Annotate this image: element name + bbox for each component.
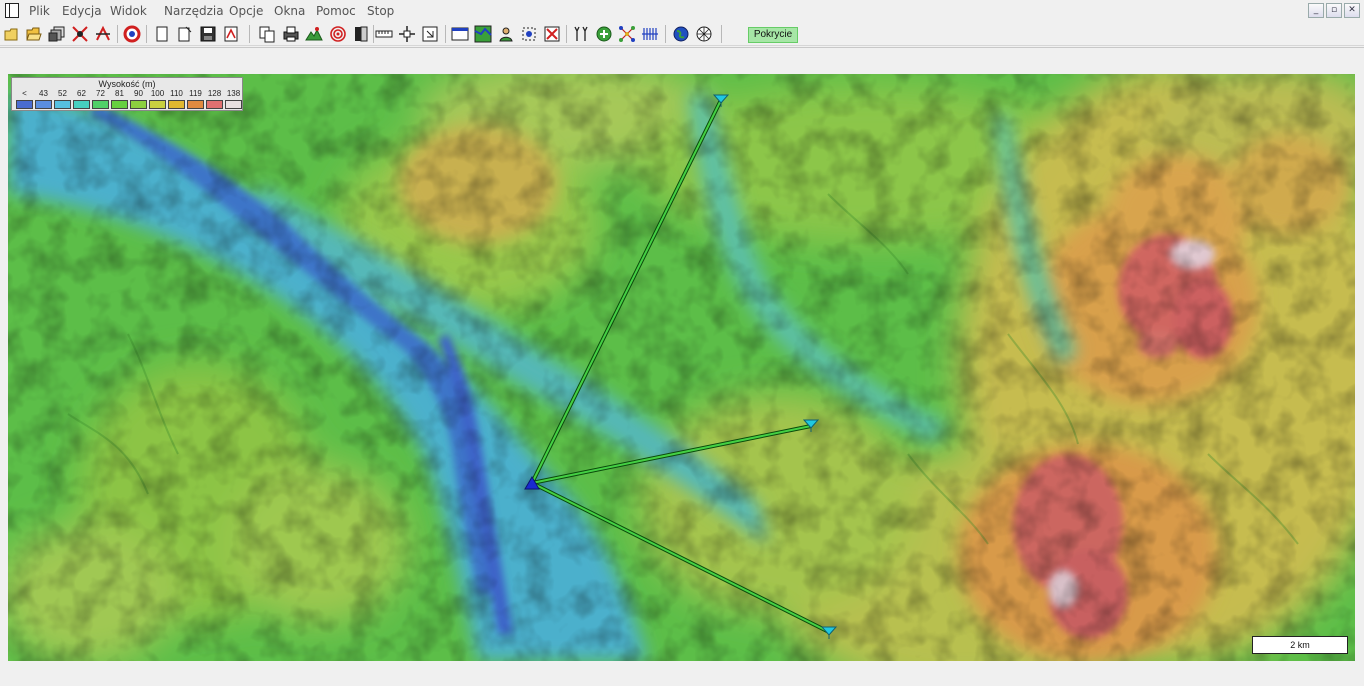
legend-swatch [130,100,147,109]
legend-swatch [73,100,90,109]
toolbar: Pokrycie [0,22,1364,46]
add-point-icon[interactable] [595,25,613,43]
legend-swatch [16,100,33,109]
menu-okna[interactable]: Okna [274,4,305,18]
legend-label: 119 [189,89,202,98]
target-icon[interactable] [329,25,347,43]
copy-icon[interactable] [258,25,276,43]
menu-edycja[interactable]: Edycja [62,4,102,18]
legend-label: 72 [96,89,105,98]
pdf-icon[interactable] [222,25,240,43]
map-view-icon[interactable] [474,25,492,43]
coverage-button[interactable]: Pokrycie [748,27,798,43]
legend-label: 43 [39,89,48,98]
gradient-icon[interactable] [352,25,370,43]
grid-points-icon[interactable] [618,25,636,43]
fit-extent-icon[interactable] [520,25,538,43]
menu-widok[interactable]: Widok [110,4,147,18]
radar-icon[interactable] [123,25,141,43]
zoom-box-icon[interactable] [421,25,439,43]
network-edit-icon[interactable] [71,25,89,43]
menu-pomoc[interactable]: Pomoc [316,4,356,18]
bars-icon[interactable] [641,25,659,43]
legend-label: 128 [207,89,222,98]
move-icon[interactable] [398,25,416,43]
menu-bar: Plik Edycja Widok Narzędzia Opcje Okna P… [0,0,1364,22]
scale-bar: 2 km [1252,636,1348,654]
menu-narzedzia[interactable]: Narzędzia [164,4,224,18]
legend-swatch [149,100,166,109]
legend-title: Wysokość (m) [98,79,156,89]
delete-icon[interactable] [543,25,561,43]
legend-swatch [54,100,71,109]
legend-swatch [206,100,223,109]
save-icon[interactable] [199,25,217,43]
app-icon[interactable] [5,3,19,18]
legend-swatch [187,100,204,109]
restore-button[interactable]: ▫ [1326,3,1342,18]
antenna-link-icon[interactable] [572,25,590,43]
legend-swatch [225,100,242,109]
print-icon[interactable] [282,25,300,43]
open-file-icon[interactable] [25,25,43,43]
legend-label: 100 [150,89,165,98]
legend-label: 110 [170,89,183,98]
elevation-legend: Wysokość (m) <43 52 62 72 81 90 100 110 119 128 13… [11,77,243,111]
globe-icon[interactable] [672,25,690,43]
page-edit-icon[interactable] [176,25,194,43]
user-site-icon[interactable] [497,25,515,43]
page-icon[interactable] [153,25,171,43]
legend-label: 90 [134,89,143,98]
legend-swatch [168,100,185,109]
site-add-icon[interactable] [94,25,112,43]
new-file-icon[interactable] [3,25,21,43]
menu-opcje[interactable]: Opcje [229,4,263,18]
elevation-raster [8,74,1355,661]
legend-swatch [35,100,52,109]
menu-stop[interactable]: Stop [367,4,394,18]
legend-label: < [22,89,27,98]
terrain-map[interactable]: Wysokość (m) <43 52 62 72 81 90 100 110 119 128 13… [8,74,1355,661]
sphere-grid-icon[interactable] [695,25,713,43]
minimize-button[interactable]: _ [1308,3,1324,18]
window-icon[interactable] [451,25,469,43]
close-button[interactable]: ✕ [1344,3,1360,18]
divider [0,47,1364,48]
legend-swatch [111,100,128,109]
legend-label: 138 [226,89,241,98]
legend-label: 52 [58,89,67,98]
legend-swatch [92,100,109,109]
legend-label: 62 [77,89,86,98]
terrain-profile-icon[interactable] [305,25,323,43]
menu-plik[interactable]: Plik [29,4,50,18]
layers-icon[interactable] [48,25,66,43]
ruler-icon[interactable] [375,25,393,43]
legend-label: 81 [115,89,124,98]
